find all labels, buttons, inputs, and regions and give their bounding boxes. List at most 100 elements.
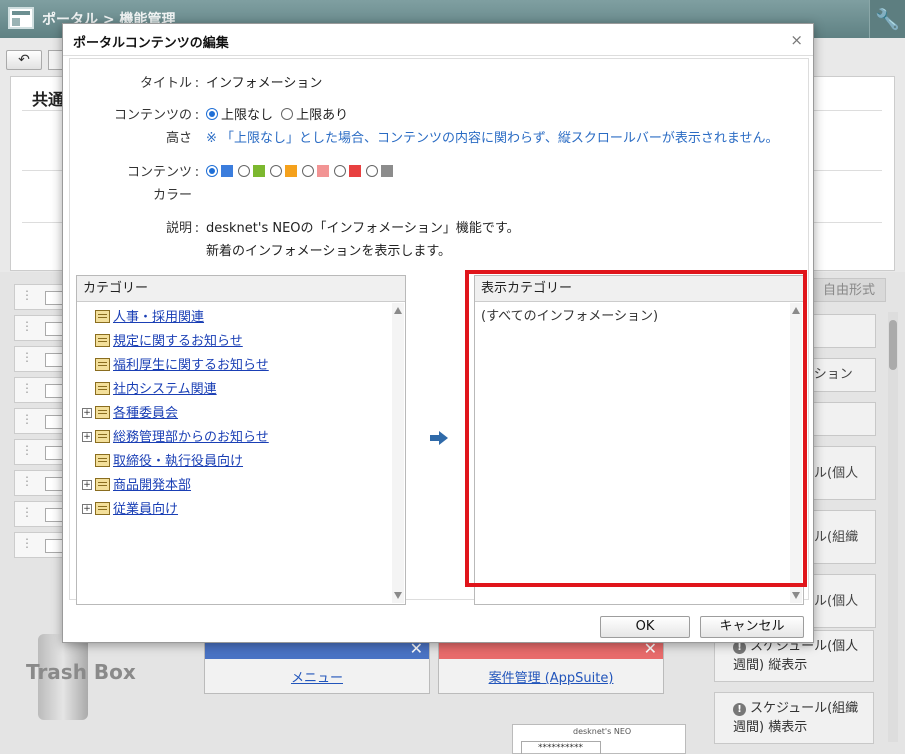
category-item[interactable]: 人事・採用関連 bbox=[77, 306, 405, 330]
password-field: ********** bbox=[521, 741, 601, 754]
layout-row[interactable] bbox=[14, 532, 66, 558]
scroll-down-icon[interactable] bbox=[792, 592, 800, 599]
height-label-2: 高さ bbox=[165, 131, 192, 146]
dialog-titlebar[interactable]: ポータルコンテンツの編集 × bbox=[63, 24, 813, 56]
category-tree: 人事・採用関連規定に関するお知らせ福利厚生に関するお知らせ 社内システム関連 + 各種… bbox=[77, 302, 405, 522]
colon: : bbox=[194, 165, 200, 180]
height-limited-label[interactable]: 上限あり bbox=[296, 108, 348, 123]
folder-icon bbox=[95, 358, 110, 371]
trash-label: Trash Box bbox=[26, 660, 136, 684]
color-label-2: カラー bbox=[152, 188, 192, 203]
layout-row[interactable] bbox=[14, 346, 66, 372]
category-listbox[interactable]: カテゴリー 人事・採用関連規定に関するお知らせ福利厚生に関するお知らせ 社内システ… bbox=[76, 275, 406, 605]
expand-icon[interactable]: + bbox=[82, 408, 92, 418]
category-item[interactable]: 福利厚生に関するお知らせ bbox=[77, 354, 405, 378]
description-line-1: desknet's NEOの「インフォメーション」機能です。 bbox=[206, 221, 520, 236]
title-label: タイトル bbox=[139, 76, 192, 91]
category-link[interactable]: 福利厚生に関するお知らせ bbox=[113, 358, 269, 373]
content-card[interactable]: ✕ メニュー bbox=[204, 639, 430, 694]
folder-icon bbox=[95, 430, 110, 443]
palette-scrollbar[interactable] bbox=[888, 312, 898, 742]
color-radio[interactable] bbox=[334, 165, 346, 177]
scroll-up-icon[interactable] bbox=[792, 307, 800, 314]
palette-item[interactable]: ! スケジュール(組織週間) 横表示 bbox=[714, 692, 874, 744]
close-icon[interactable]: × bbox=[790, 31, 803, 49]
category-link[interactable]: 規定に関するお知らせ bbox=[113, 334, 243, 349]
category-link[interactable]: 従業員向け bbox=[113, 502, 178, 517]
height-unlimited-label[interactable]: 上限なし bbox=[221, 108, 273, 123]
color-radio[interactable] bbox=[270, 165, 282, 177]
folder-icon bbox=[95, 334, 110, 347]
dialog-body: タイトル : インフォメーション コンテンツの : 上限なし 上限あり 高さ ※… bbox=[69, 58, 809, 605]
portal-logo-icon bbox=[8, 7, 34, 29]
category-link[interactable]: 各種委員会 bbox=[113, 406, 178, 421]
expand-icon[interactable]: + bbox=[82, 504, 92, 514]
display-scrollbar[interactable] bbox=[790, 303, 802, 603]
layout-row[interactable] bbox=[14, 284, 66, 310]
layout-row[interactable] bbox=[14, 439, 66, 465]
desknets-label: desknet's NEO bbox=[573, 727, 632, 736]
folder-icon bbox=[95, 502, 110, 515]
height-label: コンテンツの bbox=[113, 108, 192, 123]
tab-free-form[interactable]: 自由形式 bbox=[812, 278, 886, 302]
card-header[interactable]: ✕ bbox=[205, 639, 429, 659]
color-swatch bbox=[317, 165, 329, 177]
add-arrow-icon[interactable] bbox=[430, 431, 448, 445]
color-radio[interactable] bbox=[366, 165, 378, 177]
color-radio[interactable] bbox=[206, 165, 218, 177]
category-link[interactable]: 商品開発本部 bbox=[113, 478, 191, 493]
color-swatch bbox=[381, 165, 393, 177]
height-limited-radio[interactable] bbox=[281, 108, 294, 120]
category-link[interactable]: 総務管理部からのお知らせ bbox=[113, 430, 269, 445]
color-swatch bbox=[253, 165, 265, 177]
category-item[interactable]: + 各種委員会 bbox=[77, 402, 405, 426]
trash-box[interactable]: Trash Box bbox=[26, 630, 146, 730]
scroll-up-icon[interactable] bbox=[394, 307, 402, 314]
category-scrollbar[interactable] bbox=[392, 303, 404, 603]
height-unlimited-radio[interactable] bbox=[206, 108, 218, 120]
dialog-title: ポータルコンテンツの編集 bbox=[73, 36, 229, 51]
category-item[interactable]: + 商品開発本部 bbox=[77, 474, 405, 498]
color-radio[interactable] bbox=[238, 165, 250, 177]
category-item[interactable]: 社内システム関連 bbox=[77, 378, 405, 402]
expand-icon[interactable]: + bbox=[82, 480, 92, 490]
content-palette-lower: ! スケジュール(個人週間) 縦表示 ! スケジュール(組織週間) 横表示 bbox=[714, 630, 874, 754]
expand-icon[interactable]: + bbox=[82, 432, 92, 442]
back-button[interactable]: ↶ bbox=[6, 50, 42, 70]
layout-row[interactable] bbox=[14, 470, 66, 496]
category-item[interactable]: 取締役・執行役員向け bbox=[77, 450, 405, 474]
height-note: ※ 「上限なし」とした場合、コンテンツの内容に関わらず、縦スクロールバーが表示さ… bbox=[206, 131, 779, 146]
category-link[interactable]: 人事・採用関連 bbox=[113, 310, 204, 325]
category-item[interactable]: + 総務管理部からのお知らせ bbox=[77, 426, 405, 450]
display-category-listbox[interactable]: 表示カテゴリー (すべてのインフォメーション) bbox=[474, 275, 804, 605]
card-header[interactable]: ✕ bbox=[439, 639, 663, 659]
content-card[interactable]: ✕ 案件管理 (AppSuite) bbox=[438, 639, 664, 694]
info-icon: ! bbox=[733, 703, 746, 716]
category-link[interactable]: 社内システム関連 bbox=[113, 382, 217, 397]
card-link[interactable]: メニュー bbox=[205, 667, 429, 686]
colon: : bbox=[194, 221, 200, 236]
category-item[interactable]: + 従業員向け bbox=[77, 498, 405, 522]
folder-icon bbox=[95, 310, 110, 323]
layout-row[interactable] bbox=[14, 377, 66, 403]
layout-row[interactable] bbox=[14, 408, 66, 434]
cancel-button[interactable]: キャンセル bbox=[700, 616, 804, 638]
card-link[interactable]: 案件管理 (AppSuite) bbox=[439, 667, 663, 686]
height-options: 上限なし 上限あり bbox=[206, 105, 348, 127]
layout-row-list bbox=[14, 284, 66, 600]
folder-icon bbox=[95, 478, 110, 491]
category-item[interactable]: 規定に関するお知らせ bbox=[77, 330, 405, 354]
layout-row[interactable] bbox=[14, 315, 66, 341]
layout-row[interactable] bbox=[14, 501, 66, 527]
wrench-icon[interactable]: 🔧 bbox=[869, 0, 905, 38]
ok-button[interactable]: OK bbox=[600, 616, 690, 638]
palette-item-label: スケジュール(個人週間) 縦表示 bbox=[733, 639, 859, 673]
colon: : bbox=[194, 108, 200, 123]
scroll-down-icon[interactable] bbox=[394, 592, 402, 599]
category-link[interactable]: 取締役・執行役員向け bbox=[113, 454, 243, 469]
display-category-item[interactable]: (すべてのインフォメーション) bbox=[475, 302, 803, 332]
folder-icon bbox=[95, 406, 110, 419]
color-radio[interactable] bbox=[302, 165, 314, 177]
category-header: カテゴリー bbox=[77, 276, 405, 302]
color-swatch bbox=[349, 165, 361, 177]
